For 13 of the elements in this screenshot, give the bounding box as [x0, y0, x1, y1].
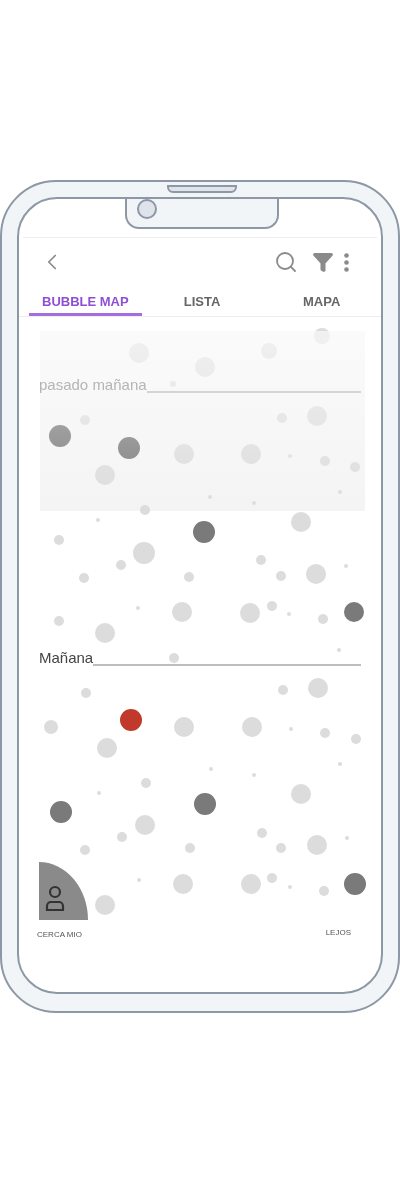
filter-icon: [312, 251, 334, 273]
tab[interactable]: LISTA: [141, 290, 263, 316]
filter-button[interactable]: [312, 251, 334, 273]
search-button[interactable]: [274, 250, 298, 274]
search-icon: [274, 250, 298, 274]
speaker-slot: [167, 185, 237, 193]
section-label: Mañana: [39, 650, 94, 666]
tab[interactable]: MAPA: [262, 290, 381, 316]
far-label: LEJOS: [325, 927, 351, 939]
tab[interactable]: BUBBLE MAP: [29, 290, 142, 316]
section-label: pasado mañana: [39, 377, 147, 393]
near-label: CERCA MIO: [37, 929, 82, 941]
more-icon: [344, 252, 349, 272]
